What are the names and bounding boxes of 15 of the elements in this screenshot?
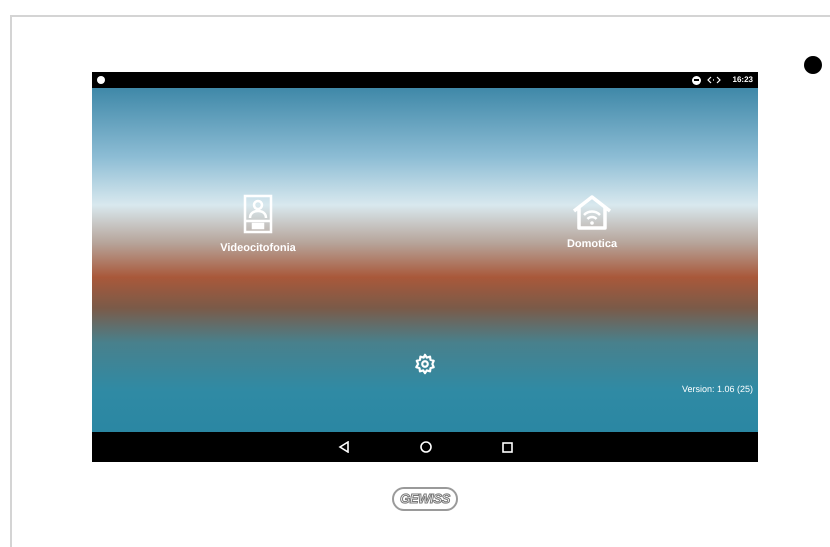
do-not-disturb-icon: [692, 76, 701, 84]
data-transfer-icon: [706, 76, 721, 84]
notification-icon: [97, 76, 105, 84]
back-icon[interactable]: [338, 441, 350, 453]
settings-icon[interactable]: [414, 352, 436, 374]
app-launcher[interactable]: Videocitofonia: [198, 194, 318, 256]
app-launcher[interactable]: Domotica: [532, 194, 652, 256]
house-wifi-icon: [571, 194, 613, 230]
clock: 16:23: [732, 74, 753, 86]
recent-apps-icon[interactable]: [502, 442, 512, 452]
camera-lens: [804, 56, 822, 74]
brand-logo: GEWISS: [392, 487, 458, 510]
intercom-panel-icon: [243, 194, 273, 234]
version-label: Version: 1.06 (25): [682, 382, 753, 396]
home-icon[interactable]: [420, 441, 432, 453]
